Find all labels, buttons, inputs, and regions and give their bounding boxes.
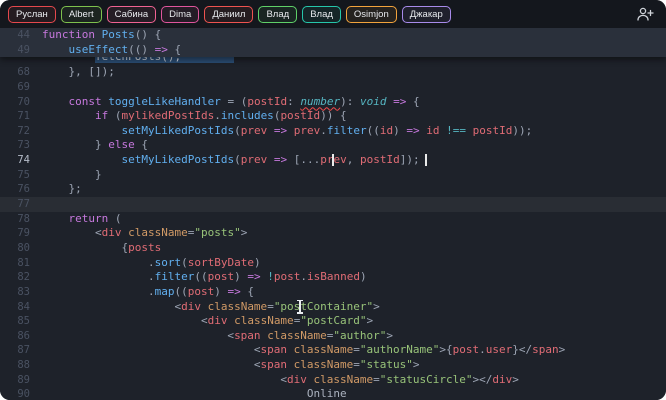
user-badge[interactable]: Влад (302, 5, 341, 23)
line-number[interactable]: 73 (0, 138, 42, 153)
line-number[interactable]: 68 (0, 65, 42, 80)
code-text: const toggleLikeHandler = (postId: numbe… (68, 94, 420, 108)
code-line[interactable]: 71 if (mylikedPostIds.includes(postId)) … (0, 109, 666, 124)
code-text: } else { (42, 138, 148, 152)
code-line[interactable]: 80 {posts (0, 241, 666, 256)
code-line[interactable]: 75 } (0, 168, 666, 183)
code-line[interactable]: 72 setMyLikedPostIds(prev => prev.filter… (0, 124, 666, 139)
line-number[interactable]: 76 (0, 182, 42, 197)
code-text: .sort(sortByDate) (42, 255, 261, 269)
code-text: .filter((post) => !post.isBanned) (42, 270, 367, 284)
user-badge[interactable]: Сабина (106, 5, 157, 23)
line-number[interactable]: 49 (0, 43, 42, 58)
line-number[interactable]: 90 (0, 387, 42, 400)
code-text: setMyLikedPostIds(prev => [...prev, post… (121, 153, 428, 167)
code-line[interactable]: 88 <span className="status"> (0, 358, 666, 373)
code-text: <div className="statusCircle"></div> (42, 372, 519, 386)
code-lines: 68 }, []); 69 70 const toggleLikeHandler =… (0, 65, 666, 400)
line-number[interactable]: 71 (0, 109, 42, 124)
code-line[interactable]: 49 useEffect(() => { (0, 42, 666, 58)
line-number[interactable]: 81 (0, 256, 42, 271)
line-number[interactable]: 89 (0, 373, 42, 388)
code-line[interactable]: fetchPosts(); (0, 57, 666, 65)
code-line[interactable]: 44 function Posts() { (0, 28, 666, 43)
app-window: Руслан Albert Сабина Dima Даниил Влад Влад Osim… (0, 0, 666, 400)
line-number[interactable]: 69 (0, 80, 42, 95)
code-text: <span className="authorName">{post.user}… (42, 343, 566, 357)
code-text: <div className="postCard"> (42, 314, 374, 328)
code-line[interactable]: 68 }, []); (0, 65, 666, 80)
line-number[interactable]: 83 (0, 285, 42, 300)
code-text: <span className="status"> (42, 358, 420, 372)
line-number[interactable]: 80 (0, 241, 42, 256)
line-number[interactable]: 44 (0, 28, 42, 43)
code-line[interactable]: 81 .sort(sortByDate) (0, 256, 666, 271)
user-badge[interactable]: Руслан (8, 5, 56, 23)
code-text: <div className="postContainer"> (42, 299, 380, 314)
code-line[interactable]: 79 <div className="posts"> (0, 226, 666, 241)
code-line[interactable]: 90 Online (0, 387, 666, 400)
code-line[interactable]: 89 <div className="statusCircle"></div> (0, 373, 666, 388)
code-line[interactable]: 70 const toggleLikeHandler = (postId: nu… (0, 95, 666, 110)
line-number[interactable]: 78 (0, 212, 42, 227)
code-text: } (42, 167, 102, 181)
code-line[interactable]: 85 <div className="postCard"> (0, 314, 666, 329)
code-line[interactable]: 77 (0, 197, 666, 212)
code-text: return ( (68, 211, 122, 225)
line-number[interactable]: 85 (0, 314, 42, 329)
code-text: if (mylikedPostIds.includes(postId)) { (94, 109, 347, 123)
user-badge[interactable]: Даниил (204, 5, 254, 23)
code-line[interactable]: 73 } else { (0, 138, 666, 153)
code-text: {posts (42, 240, 162, 254)
code-line[interactable]: 69 (0, 80, 666, 95)
code-text: function Posts() { (42, 28, 162, 41)
code-text: <div className="posts"> (42, 226, 248, 240)
code-line[interactable]: 87 <span className="authorName">{post.us… (0, 343, 666, 358)
code-text: setMyLikedPostIds(prev => prev.filter((i… (121, 123, 533, 137)
line-number[interactable]: 77 (0, 197, 42, 212)
line-number[interactable]: 87 (0, 343, 42, 358)
line-number[interactable]: 86 (0, 329, 42, 344)
code-line[interactable]: 84 <div className="postContainer"> (0, 299, 666, 315)
line-number[interactable]: 72 (0, 124, 42, 139)
selected-text: fetchPosts(); (94, 57, 235, 64)
line-number[interactable]: 75 (0, 168, 42, 183)
add-user-button[interactable] (634, 4, 656, 24)
line-number[interactable]: 88 (0, 358, 42, 373)
code-line[interactable]: 86 <span className="author"> (0, 329, 666, 344)
user-badge[interactable]: Dima (161, 5, 200, 23)
line-number[interactable]: 84 (0, 300, 42, 315)
code-text: }, []); (42, 65, 115, 79)
code-editor[interactable]: 44 function Posts() {49 useEffect(() => {… (0, 28, 666, 400)
code-text: }; (42, 182, 82, 196)
text-caret (425, 154, 428, 167)
code-line[interactable]: 82 .filter((post) => !post.isBanned) (0, 270, 666, 285)
sticky-scroll: 44 function Posts() {49 useEffect(() => { (0, 28, 666, 58)
code-line[interactable]: 78 return ( (0, 212, 666, 227)
collaborators-bar: Руслан Albert Сабина Dima Даниил Влад Влад Osim… (0, 0, 666, 28)
user-badge[interactable]: Osimjon (345, 5, 397, 23)
user-badge[interactable]: Albert (60, 5, 102, 23)
user-badge[interactable]: Влад (258, 5, 298, 23)
code-text: Online (42, 387, 347, 400)
code-line[interactable]: 74 setMyLikedPostIds(prev => [...prev, p… (0, 153, 666, 168)
line-number[interactable]: 74 (0, 153, 42, 168)
mouse-ibeam-cursor (297, 299, 304, 314)
code-line[interactable]: 76 }; (0, 182, 666, 197)
code-text: .map((post) => { (42, 284, 254, 298)
partial-line-clip: fetchPosts(); (0, 57, 666, 65)
code-text: <span className="author"> (42, 328, 394, 342)
person-add-icon (637, 7, 654, 21)
line-number[interactable]: 79 (0, 226, 42, 241)
line-number[interactable]: 70 (0, 95, 42, 110)
code-text: useEffect(() => { (68, 42, 182, 56)
code-line[interactable]: 83 .map((post) => { (0, 285, 666, 300)
line-number[interactable]: 82 (0, 270, 42, 285)
user-badge[interactable]: Джакар (401, 5, 451, 23)
code-text: fetchPosts(); (42, 57, 235, 64)
